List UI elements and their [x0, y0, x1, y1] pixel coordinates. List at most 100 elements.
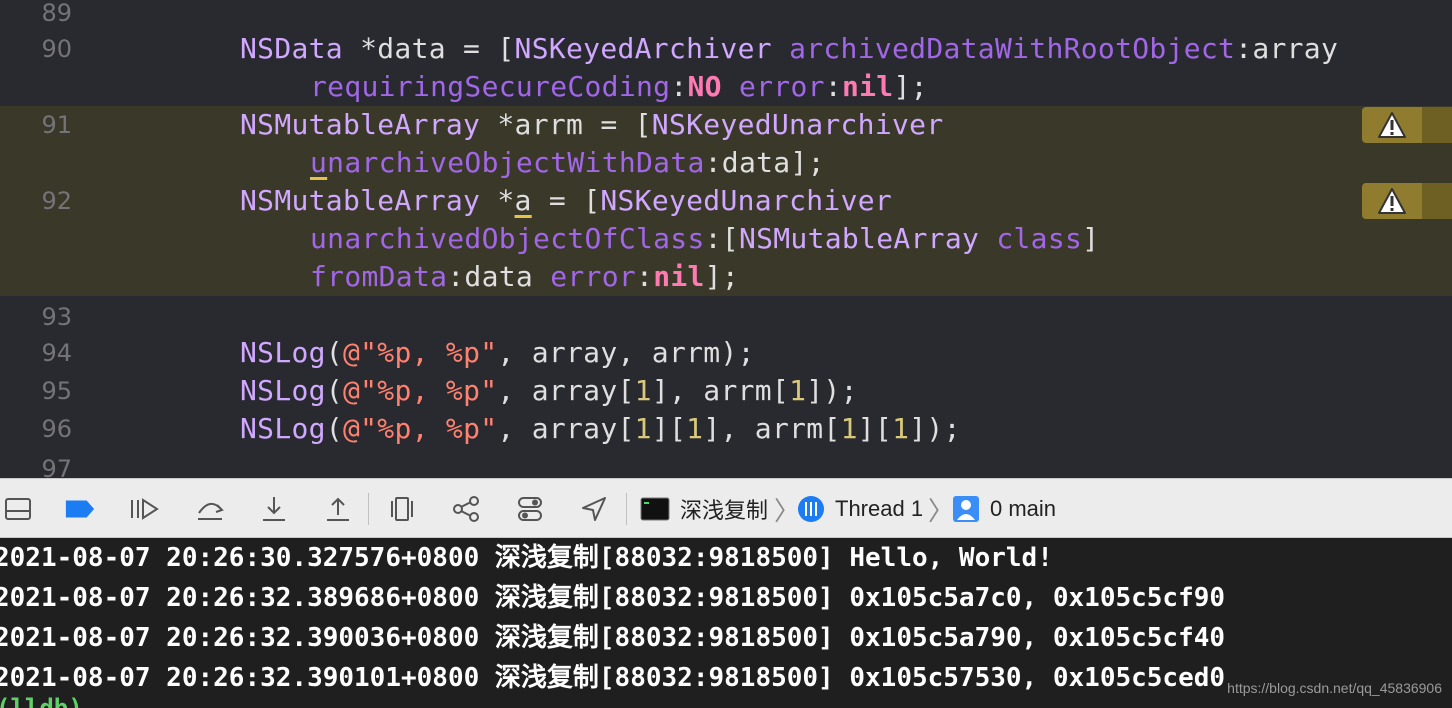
- debug-bar: 深浅复制 〉 Thread 1 〉 0 main: [0, 478, 1452, 538]
- code-token: 1: [634, 374, 652, 407]
- code-token: 1: [789, 374, 807, 407]
- environment-overrides-button[interactable]: [514, 493, 546, 525]
- breadcrumb-target[interactable]: 深浅复制: [640, 493, 768, 525]
- code-token: ];: [893, 70, 928, 103]
- warning-badge[interactable]: [1362, 183, 1422, 219]
- location-arrow-icon: [582, 497, 606, 521]
- view-hierarchy-icon: [391, 497, 413, 521]
- code-token: NSLog: [240, 374, 326, 407]
- code-line-92[interactable]: 92 NSMutableArray *a = [NSKeyedUnarchive…: [0, 182, 1452, 220]
- code-token: ]);: [806, 374, 858, 407]
- code-token: ]);: [909, 412, 961, 445]
- code-token: 1: [840, 412, 858, 445]
- line-number: 94: [41, 339, 72, 367]
- code-token: nil: [653, 260, 705, 293]
- code-token: nil: [841, 70, 894, 103]
- step-into-button[interactable]: [258, 493, 290, 525]
- code-token: ], arrm[: [703, 412, 841, 445]
- code-token: NSMutableArray: [240, 108, 481, 141]
- code-token: narchiveObjectWithData: [327, 146, 705, 179]
- code-line-90[interactable]: 90 NSData *data = [NSKeyedArchiver archi…: [0, 30, 1452, 68]
- code-token: @"%p, %p": [342, 336, 498, 369]
- warning-icon: [1378, 188, 1406, 214]
- code-text: NSLog(@"%p, %p", array[1][1], arrm[1][1]…: [240, 410, 961, 448]
- code-token: NSKeyedUnarchiver: [651, 108, 944, 141]
- code-line-91-cont[interactable]: unarchiveObjectWithData:data];: [0, 144, 1452, 182]
- code-token: :: [824, 70, 842, 103]
- code-token: , array, arrm);: [497, 336, 755, 369]
- panel-toggle-icon: [5, 498, 31, 520]
- hide-debug-area-button[interactable]: [2, 493, 34, 525]
- code-text: unarchiveObjectWithData:data];: [310, 144, 825, 182]
- step-into-icon: [263, 497, 285, 521]
- code-line-95[interactable]: 95 NSLog(@"%p, %p", array[1], arrm[1]);: [0, 372, 1452, 410]
- console-output[interactable]: 2021-08-07 20:26:30.327576+0800 深浅复制[880…: [0, 538, 1452, 708]
- breakpoints-toggle-button[interactable]: [64, 493, 96, 525]
- breakpoint-icon: [65, 500, 95, 518]
- code-text: NSLog(@"%p, %p", array[1], arrm[1]);: [240, 372, 858, 410]
- code-token: u: [310, 146, 328, 179]
- code-token: requiringSecureCoding: [310, 70, 671, 103]
- code-text: NSData *data = [NSKeyedArchiver archived…: [240, 30, 1338, 68]
- console-line: 2021-08-07 20:26:30.327576+0800 深浅复制[880…: [0, 543, 1053, 573]
- code-line-92-cont[interactable]: unarchivedObjectOfClass:[NSMutableArray …: [0, 220, 1452, 258]
- code-token: NO: [687, 70, 722, 103]
- code-token: :[: [704, 222, 739, 255]
- code-line-97[interactable]: 97: [0, 450, 1452, 478]
- breadcrumb-frame[interactable]: 0 main: [952, 493, 1056, 525]
- code-token: 1: [892, 412, 910, 445]
- watermark: https://blog.csdn.net/qq_45836906: [1227, 680, 1442, 696]
- code-token: , array[: [497, 374, 635, 407]
- code-token: class: [996, 222, 1083, 255]
- code-token: :: [670, 70, 688, 103]
- code-token: ][: [651, 412, 687, 445]
- line-number: 89: [41, 0, 72, 27]
- code-line-96[interactable]: 96 NSLog(@"%p, %p", array[1][1], arrm[1]…: [0, 410, 1452, 448]
- code-line-90-cont[interactable]: requiringSecureCoding:NO error:nil];: [0, 68, 1452, 106]
- code-line-92-cont[interactable]: fromData:data error:nil];: [0, 258, 1452, 296]
- line-number: 97: [41, 455, 72, 478]
- code-token: *data = [: [342, 32, 515, 65]
- code-token: :array: [1235, 32, 1339, 65]
- lldb-prompt[interactable]: (lldb): [0, 696, 83, 708]
- code-token: NSMutableArray: [240, 184, 481, 217]
- code-token: *arrm = [: [480, 108, 652, 141]
- code-line-94[interactable]: 94 NSLog(@"%p, %p", array, arrm);: [0, 334, 1452, 372]
- console-line: 2021-08-07 20:26:32.389686+0800 深浅复制[880…: [0, 583, 1226, 613]
- breadcrumb-thread[interactable]: Thread 1: [796, 493, 923, 525]
- code-token: ]: [1082, 222, 1100, 255]
- warning-strip: [1422, 107, 1452, 143]
- thread-icon: [798, 496, 824, 522]
- simulate-location-button[interactable]: [578, 493, 610, 525]
- step-out-button[interactable]: [322, 493, 354, 525]
- code-editor[interactable]: 89 90 NSData *data = [NSKeyedArchiver ar…: [0, 0, 1452, 478]
- warning-icon: [1378, 112, 1406, 138]
- target-name: 深浅复制: [680, 498, 769, 523]
- code-token: :data: [447, 260, 551, 293]
- code-line-91[interactable]: 91 NSMutableArray *arrm = [NSKeyedUnarch…: [0, 106, 1452, 144]
- warning-badge[interactable]: [1362, 107, 1422, 143]
- memory-graph-button[interactable]: [450, 493, 482, 525]
- continue-icon: [131, 498, 159, 520]
- toolbar-divider: [626, 493, 627, 525]
- code-token: = [: [531, 184, 601, 217]
- view-debugger-button[interactable]: [386, 493, 418, 525]
- code-line-89[interactable]: 89: [0, 0, 1452, 32]
- terminal-app-icon: [640, 497, 670, 521]
- code-line-93[interactable]: 93: [0, 298, 1452, 336]
- code-text: fromData:data error:nil];: [310, 258, 739, 296]
- toggles-icon: [518, 497, 542, 521]
- memory-graph-icon: [453, 496, 479, 522]
- code-token: unarchivedObjectOfClass: [310, 222, 705, 255]
- code-token: NSLog: [240, 412, 326, 445]
- console-line: 2021-08-07 20:26:32.390101+0800 深浅复制[880…: [0, 663, 1226, 693]
- code-token: (: [325, 412, 343, 445]
- step-over-button[interactable]: [194, 493, 226, 525]
- continue-button[interactable]: [128, 493, 160, 525]
- code-token: @"%p, %p": [342, 374, 498, 407]
- code-token: fromData: [310, 260, 448, 293]
- step-over-icon: [198, 502, 224, 520]
- code-token: error: [738, 70, 825, 103]
- code-text: NSMutableArray *arrm = [NSKeyedUnarchive…: [240, 106, 943, 144]
